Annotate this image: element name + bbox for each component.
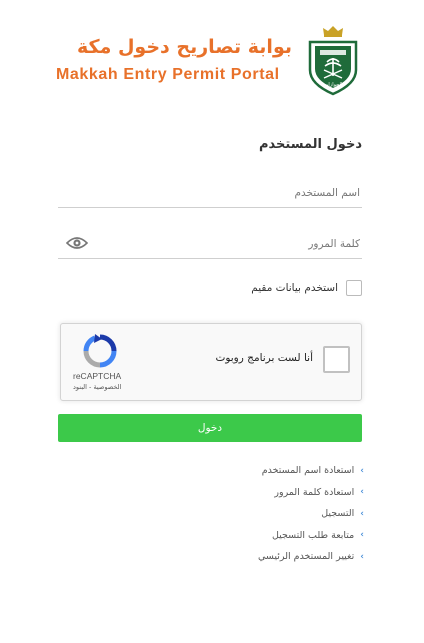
link-recover-password[interactable]: ‹ استعادة كلمة المرور xyxy=(258,482,364,504)
username-input[interactable] xyxy=(58,178,362,207)
password-field-container xyxy=(58,229,362,259)
username-field-container xyxy=(58,178,362,208)
header: الجوازات بوابة تصاريح دخول مكة Makkah En… xyxy=(0,22,424,102)
link-label: استعادة كلمة المرور xyxy=(274,486,355,498)
chevron-left-icon: ‹ xyxy=(360,487,364,498)
link-label: متابعة طلب التسجيل xyxy=(271,529,355,541)
chevron-left-icon: ‹ xyxy=(360,465,364,476)
link-recover-username[interactable]: ‹ استعادة اسم المستخدم xyxy=(258,460,364,482)
login-button[interactable]: دخول xyxy=(58,414,362,442)
portal-title-english: Makkah Entry Permit Portal xyxy=(56,66,280,83)
link-label: تغيير المستخدم الرئيسي xyxy=(257,551,355,563)
recaptcha-privacy-terms[interactable]: الخصوصية - البنود xyxy=(73,383,121,391)
link-register[interactable]: ‹ التسجيل xyxy=(258,503,364,525)
link-label: استعادة اسم المستخدم xyxy=(261,465,355,477)
portal-title-arabic: بوابة تصاريح دخول مكة xyxy=(77,36,292,58)
link-change-main-user[interactable]: ‹ تغيير المستخدم الرئيسي xyxy=(258,546,364,568)
recaptcha-label: أنا لست برنامج روبوت xyxy=(215,352,313,364)
login-heading: دخول المستخدم xyxy=(259,137,362,152)
resident-checkbox[interactable] xyxy=(346,280,362,296)
account-links: ‹ استعادة اسم المستخدم ‹ استعادة كلمة ال… xyxy=(258,460,364,568)
recaptcha-widget: أنا لست برنامج روبوت reCAPTCHA الخصوصية … xyxy=(60,323,362,401)
svg-text:الجوازات: الجوازات xyxy=(324,82,343,88)
chevron-left-icon: ‹ xyxy=(360,508,364,519)
link-track-registration[interactable]: ‹ متابعة طلب التسجيل xyxy=(258,525,364,547)
password-input[interactable] xyxy=(58,229,362,258)
resident-label: استخدم بيانات مقيم xyxy=(251,282,338,294)
recaptcha-checkbox[interactable] xyxy=(323,346,350,373)
chevron-left-icon: ‹ xyxy=(360,530,364,541)
passports-emblem-logo: الجوازات xyxy=(300,22,366,98)
resident-option: استخدم بيانات مقيم xyxy=(251,279,362,297)
recaptcha-icon xyxy=(83,334,117,368)
chevron-left-icon: ‹ xyxy=(360,551,364,562)
eye-icon[interactable] xyxy=(65,235,89,249)
link-label: التسجيل xyxy=(321,508,355,520)
recaptcha-brand: reCAPTCHA xyxy=(73,371,122,381)
